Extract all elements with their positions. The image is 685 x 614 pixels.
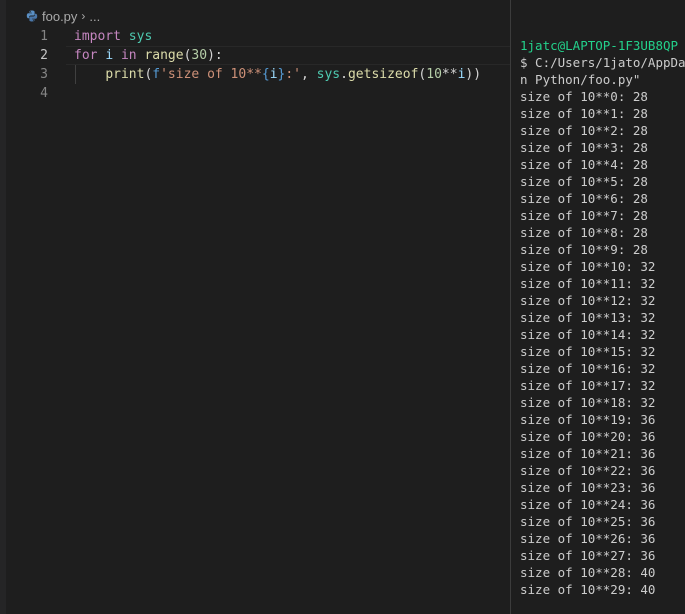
breadcrumb: foo.py › ...	[26, 7, 100, 25]
terminal-output-line: size of 10**17: 32	[520, 378, 656, 393]
code-line[interactable]: 3 print(f'size of 10**{i}:', sys.getsize…	[6, 65, 510, 84]
python-file-icon	[26, 10, 38, 22]
terminal-output-line: size of 10**10: 32	[520, 259, 656, 274]
terminal-panel[interactable]: 1jatc@LAPTOP-1F3UB8QP MI $ C:/Users/1jat…	[511, 0, 685, 614]
code-token: f	[152, 67, 161, 82]
terminal-command-line: $ C:/Users/1jato/AppData	[520, 55, 685, 70]
terminal-output-line: size of 10**12: 32	[520, 293, 656, 308]
code-token: import	[74, 29, 121, 44]
code-token: **	[441, 67, 458, 82]
terminal-output-line: size of 10**26: 36	[520, 531, 656, 546]
terminal-output: 1jatc@LAPTOP-1F3UB8QP MI $ C:/Users/1jat…	[520, 37, 685, 598]
code-token: print	[105, 67, 145, 82]
terminal-output-line: size of 10**25: 36	[520, 514, 656, 529]
code-token: range	[144, 48, 184, 63]
line-number: 2	[40, 48, 48, 63]
code-token: .	[340, 67, 348, 82]
terminal-output-line: size of 10**20: 36	[520, 429, 656, 444]
vscode-window: foo.py › ... 1 import sys 2 for i in range(…	[0, 0, 685, 614]
breadcrumb-file[interactable]: foo.py	[42, 9, 77, 24]
code-token: 30	[191, 48, 208, 63]
terminal-output-line: size of 10**4: 28	[520, 157, 648, 172]
code-token: for	[74, 48, 98, 63]
terminal-prompt-line: 1jatc@LAPTOP-1F3UB8QP MI	[520, 37, 685, 54]
terminal-output-line: size of 10**13: 32	[520, 310, 656, 325]
code-token: sys	[128, 29, 153, 44]
terminal-output-line: size of 10**24: 36	[520, 497, 656, 512]
code-token: in	[120, 48, 137, 63]
terminal-output-line: size of 10**2: 28	[520, 123, 648, 138]
terminal-output-line: size of 10**23: 36	[520, 480, 656, 495]
terminal-output-line: size of 10**22: 36	[520, 463, 656, 478]
code-token: i	[269, 67, 278, 82]
terminal-output-line: size of 10**14: 32	[520, 327, 656, 342]
code-token: ):	[207, 48, 223, 63]
terminal-output-line: size of 10**8: 28	[520, 225, 648, 240]
terminal-output-line: size of 10**29: 40	[520, 582, 656, 597]
terminal-output-line: size of 10**1: 28	[520, 106, 648, 121]
code-token: sys	[316, 67, 341, 82]
code-text[interactable]: for i in range(30):	[74, 46, 223, 65]
terminal-prompt-user: 1jatc@LAPTOP-1F3UB8QP	[520, 38, 679, 53]
code-area[interactable]: 1 import sys 2 for i in range(30): 3 print(f…	[6, 27, 510, 103]
terminal-output-line: size of 10**6: 28	[520, 191, 648, 206]
breadcrumb-symbols[interactable]: ...	[89, 9, 100, 24]
terminal-output-line: size of 10**21: 36	[520, 446, 656, 461]
terminal-output-line: size of 10**28: 40	[520, 565, 656, 580]
code-token: {	[261, 67, 270, 82]
code-line[interactable]: 2 for i in range(30):	[6, 46, 510, 65]
terminal-output-line: size of 10**19: 36	[520, 412, 656, 427]
code-token: :'	[285, 67, 301, 82]
line-number: 4	[40, 86, 48, 101]
terminal-output-line: size of 10**7: 28	[520, 208, 648, 223]
code-token: i	[105, 48, 114, 63]
line-number: 3	[40, 67, 48, 82]
code-token: getsizeof	[347, 67, 419, 82]
editor-pane[interactable]: foo.py › ... 1 import sys 2 for i in range(…	[6, 0, 510, 614]
terminal-output-line: size of 10**15: 32	[520, 344, 656, 359]
code-token: ,	[301, 67, 317, 82]
terminal-output-line: size of 10**16: 32	[520, 361, 656, 376]
terminal-command-continuation: n Python/foo.py"	[520, 72, 641, 87]
code-line[interactable]: 4	[6, 84, 510, 103]
terminal-output-line: size of 10**18: 32	[520, 395, 656, 410]
code-token: 10	[426, 67, 442, 82]
terminal-output-line: size of 10**0: 28	[520, 89, 648, 104]
code-token: ))	[465, 67, 482, 82]
code-text[interactable]: import sys	[74, 27, 152, 46]
terminal-output-line: size of 10**3: 28	[520, 140, 648, 155]
code-text[interactable]: print(f'size of 10**{i}:', sys.getsizeof…	[74, 65, 481, 84]
line-number: 1	[40, 29, 48, 44]
terminal-output-line: size of 10**27: 36	[520, 548, 656, 563]
code-line[interactable]: 1 import sys	[6, 27, 510, 46]
terminal-output-line: size of 10**5: 28	[520, 174, 648, 189]
terminal-output-line: size of 10**9: 28	[520, 242, 648, 257]
terminal-output-line: size of 10**11: 32	[520, 276, 656, 291]
code-token: 'size of 10**	[160, 67, 262, 82]
chevron-right-icon: ›	[81, 9, 86, 23]
